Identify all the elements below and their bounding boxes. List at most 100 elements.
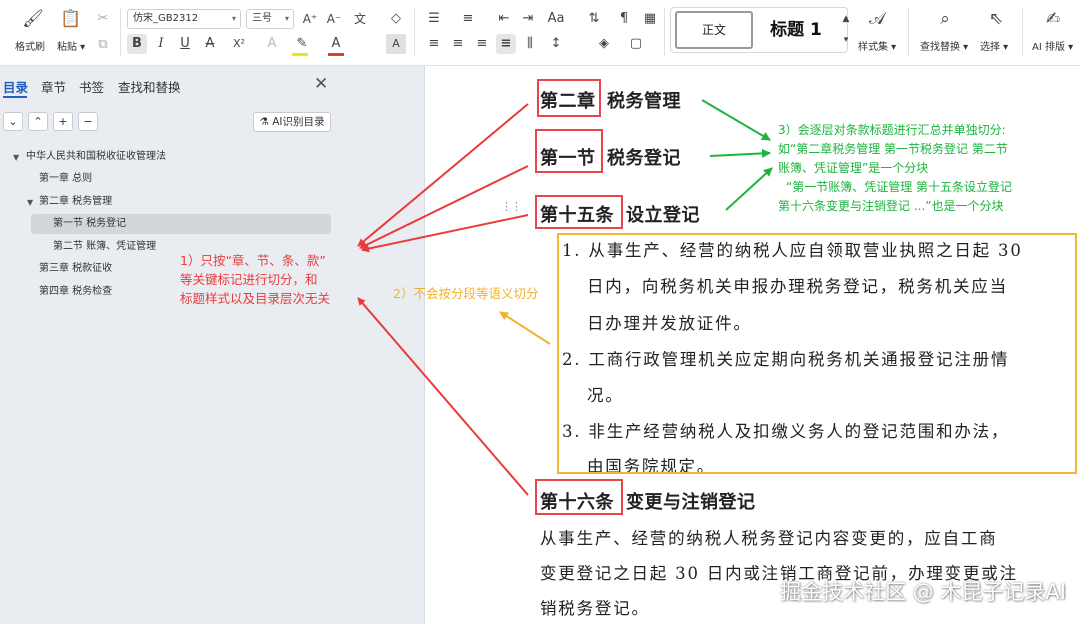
article-16-title: 变更与注销登记 xyxy=(626,492,756,513)
copy-icon[interactable]: ⧉ xyxy=(93,35,113,55)
decrease-indent-icon[interactable]: ⇤ xyxy=(494,9,514,29)
collapse-icon[interactable]: ⌄ xyxy=(3,112,23,131)
add-item-icon[interactable]: + xyxy=(53,112,73,131)
search-icon[interactable]: ⌕ xyxy=(934,9,956,29)
font-size-select[interactable]: 三号 ▾ xyxy=(246,9,294,29)
expand-icon[interactable]: ⌃ xyxy=(28,112,48,131)
gallery-up-icon[interactable]: ▲ xyxy=(836,9,856,29)
highlight-box-article-15 xyxy=(535,195,623,229)
highlight-box-paragraphs xyxy=(557,233,1077,474)
ai-layout-label[interactable]: AI 排版 ▾ xyxy=(1032,38,1073,53)
annotation-red-line: 标题样式以及目录层次无关 xyxy=(180,291,331,306)
change-case-icon[interactable]: Aa xyxy=(546,9,566,29)
grow-font-icon[interactable]: A⁺ xyxy=(300,9,320,29)
drag-handle-icon[interactable]: ⋮⋮ xyxy=(501,200,522,213)
highlight-box-section xyxy=(535,129,603,173)
watermark: 掘金技术社区 @ 木昆子记录AI xyxy=(780,580,1066,604)
style-normal-button[interactable]: 正文 xyxy=(675,11,753,49)
align-right-icon[interactable]: ≡ xyxy=(472,34,492,54)
gallery-more-icon[interactable]: ▾ xyxy=(836,30,856,50)
annotation-green-line: “第一节账簿、凭证管理 第十五条设立登记 xyxy=(786,180,1013,194)
strikethrough-button[interactable]: A xyxy=(200,34,220,54)
underline-button[interactable]: U xyxy=(175,34,195,54)
toc-item[interactable]: 中华人民共和国税收征收管理法 xyxy=(26,147,166,167)
select-cursor-icon[interactable]: ⇖ xyxy=(985,9,1007,29)
tab-find-replace[interactable]: 查找和替换 xyxy=(118,77,181,96)
highlight-icon[interactable]: ✎ xyxy=(292,34,312,54)
tab-sections[interactable]: 章节 xyxy=(41,77,66,96)
toc-item-selected[interactable]: 第一节 税务登记 xyxy=(31,214,331,234)
font-color-bar xyxy=(328,53,344,56)
chevron-down-icon[interactable]: ▼ xyxy=(27,198,33,207)
annotation-red-line: 等关键标记进行切分，和 xyxy=(180,272,318,287)
toolbar-divider xyxy=(1022,8,1023,56)
sort-icon[interactable]: ⇅ xyxy=(584,9,604,29)
tab-bookmarks[interactable]: 书签 xyxy=(79,77,104,96)
distribute-icon[interactable]: ⫼ xyxy=(520,34,540,54)
bold-button[interactable]: B xyxy=(127,34,147,54)
italic-button[interactable]: I xyxy=(151,34,171,54)
text-effect-icon[interactable]: A xyxy=(262,34,282,54)
style-set-icon[interactable]: 𝒜 xyxy=(866,9,888,29)
active-tab-indicator xyxy=(3,96,27,98)
format-painter-label[interactable]: 格式刷 xyxy=(15,38,45,53)
toolbar-divider xyxy=(664,8,665,56)
numbered-list-icon[interactable]: ≡ xyxy=(458,9,478,29)
paragraph-line: 销税务登记。 xyxy=(540,599,650,618)
format-painter-icon[interactable]: 🖌 xyxy=(22,9,44,29)
annotation-green-line: 3）会逐层对条款标题进行汇总并单独切分: xyxy=(778,123,1006,137)
style-heading1-button[interactable]: 标题 1 xyxy=(760,11,832,49)
font-family-select[interactable]: 仿宋_GB2312 ▾ xyxy=(127,9,241,29)
close-icon[interactable]: ✕ xyxy=(314,74,328,94)
toc-item[interactable]: 第一章 总则 xyxy=(39,169,92,189)
section-title: 税务登记 xyxy=(607,148,681,169)
increase-indent-icon[interactable]: ⇥ xyxy=(518,9,538,29)
style-set-label[interactable]: 样式集 ▾ xyxy=(858,38,896,53)
navigation-pane: 目录 章节 书签 查找和替换 ✕ ⌄ ⌃ + − ⚗ AI识别目录 ▼ 中华人民… xyxy=(0,66,425,624)
align-center-icon[interactable]: ≡ xyxy=(448,34,468,54)
annotation-red-line: 1）只按“章、节、条、款” xyxy=(180,253,326,268)
ribbon-toolbar: 🖌 格式刷 📋 粘贴 ▾ ✂ ⧉ 仿宋_GB2312 ▾ 三号 ▾ A⁺ A⁻ 文 … xyxy=(0,0,1080,66)
annotation-yellow: 2）不会按分段等语义切分 xyxy=(393,286,539,301)
cut-icon[interactable]: ✂ xyxy=(93,9,113,29)
highlight-color-bar xyxy=(292,53,308,56)
tab-toc[interactable]: 目录 xyxy=(3,77,28,96)
find-replace-label[interactable]: 查找替换 ▾ xyxy=(920,38,968,53)
toolbar-divider xyxy=(414,8,415,56)
toc-item[interactable]: 第二章 税务管理 xyxy=(39,192,112,212)
phonetic-guide-icon[interactable]: 文 xyxy=(350,9,370,29)
annotation-green-line: 第十六条变更与注销登记 ...”也是一个分块 xyxy=(778,199,1004,213)
shading-icon[interactable]: ◈ xyxy=(594,34,614,54)
shrink-font-icon[interactable]: A⁻ xyxy=(324,9,344,29)
select-label[interactable]: 选择 ▾ xyxy=(980,38,1008,53)
border-icon[interactable]: ▢ xyxy=(626,34,646,54)
show-marks-icon[interactable]: ¶ xyxy=(614,9,634,29)
article-15-title: 设立登记 xyxy=(626,205,700,226)
font-color-button[interactable]: A xyxy=(326,34,346,54)
toolbar-divider xyxy=(120,8,121,56)
line-spacing-icon[interactable]: ↕ xyxy=(546,34,566,54)
chevron-down-icon[interactable]: ▼ xyxy=(13,153,19,162)
highlight-box-article-16 xyxy=(535,479,623,515)
superscript-button[interactable]: X² xyxy=(226,34,252,54)
align-left-icon[interactable]: ≡ xyxy=(424,34,444,54)
remove-item-icon[interactable]: − xyxy=(78,112,98,131)
toolbar-divider xyxy=(908,8,909,56)
table-grid-icon[interactable]: ▦ xyxy=(640,9,660,29)
paragraph-line: 从事生产、经营的纳税人税务登记内容变更的，应自工商 xyxy=(540,529,998,548)
chapter-title: 税务管理 xyxy=(607,91,681,112)
highlight-box-chapter xyxy=(537,79,601,117)
paste-icon[interactable]: 📋 xyxy=(60,9,82,29)
ai-layout-icon[interactable]: ✍ xyxy=(1042,9,1064,29)
char-shading-button[interactable]: A xyxy=(386,34,406,54)
annotation-green-line: 账簿、凭证管理”是一个分块 xyxy=(778,161,929,175)
toc-item[interactable]: 第三章 税款征收 xyxy=(39,259,112,279)
toc-item[interactable]: 第二节 账簿、凭证管理 xyxy=(53,237,156,257)
ai-recognize-toc-button[interactable]: ⚗ AI识别目录 xyxy=(253,112,331,132)
annotation-green-line: 如“第二章税务管理 第一节税务登记 第二节 xyxy=(778,142,1008,156)
paste-label[interactable]: 粘贴 ▾ xyxy=(57,38,85,53)
justify-icon[interactable]: ≡ xyxy=(496,34,516,54)
clear-format-icon[interactable]: ◇ xyxy=(386,9,406,29)
toc-item[interactable]: 第四章 税务检查 xyxy=(39,282,112,302)
bullet-list-icon[interactable]: ☰ xyxy=(424,9,444,29)
